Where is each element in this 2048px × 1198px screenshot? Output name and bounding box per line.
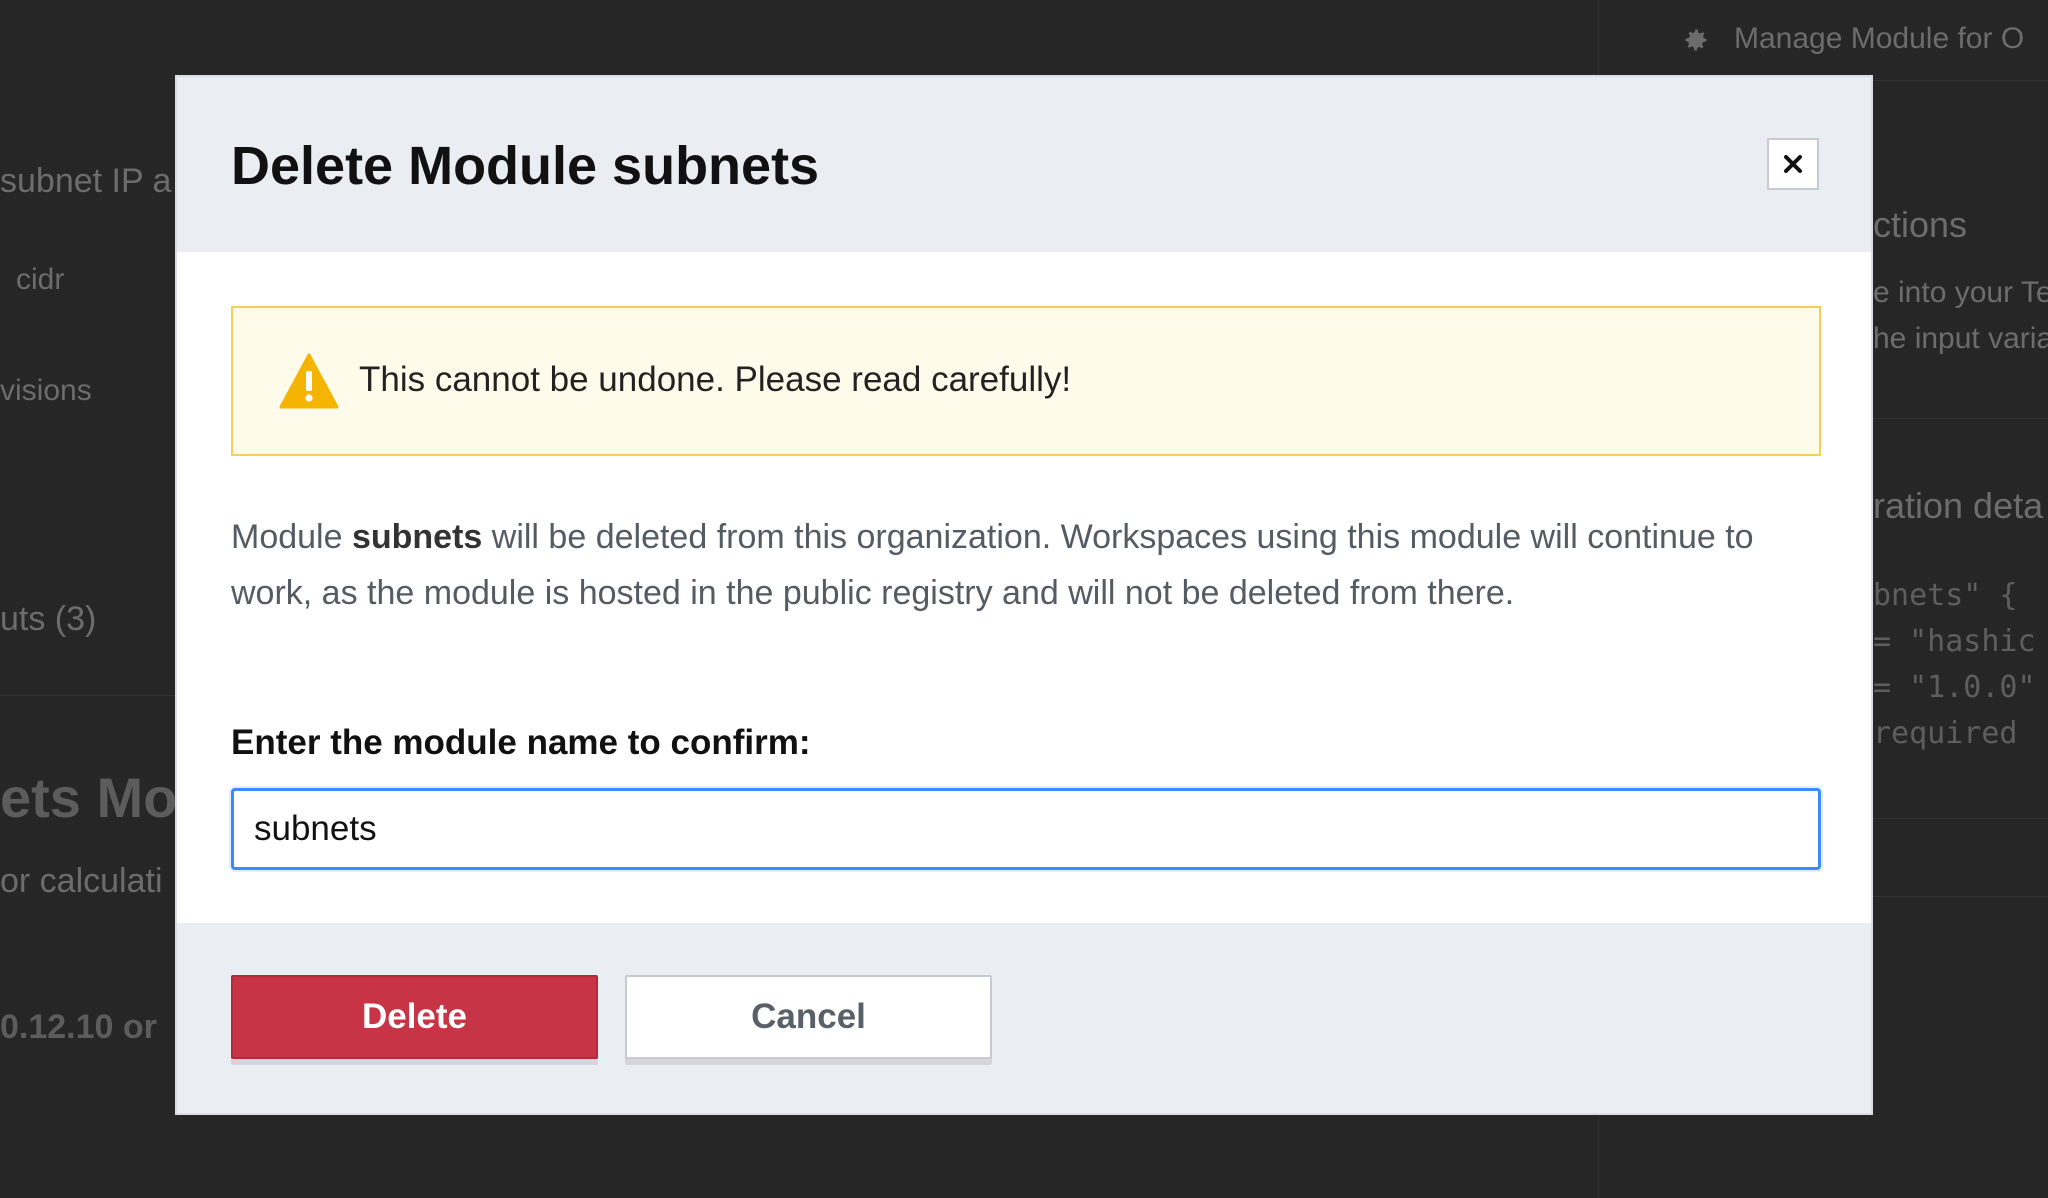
confirm-module-name-input[interactable] — [231, 788, 1821, 870]
background-manage-label: Manage Module for O — [1734, 22, 2025, 55]
delete-button[interactable]: Delete — [231, 975, 598, 1059]
background-text: ration deta — [1873, 485, 2044, 526]
cancel-button[interactable]: Cancel — [625, 975, 992, 1059]
delete-module-modal: Delete Module subnets This cannot be und… — [175, 75, 1873, 1115]
background-divider — [0, 695, 175, 696]
background-code-line: = "hashic — [1873, 624, 2036, 659]
warning-alert: This cannot be undone. Please read caref… — [231, 306, 1821, 456]
close-icon — [1784, 155, 1802, 173]
background-text: e into your Te — [1873, 276, 2048, 309]
modal-footer: Delete Cancel — [177, 923, 1871, 1113]
modal-title: Delete Module subnets — [231, 136, 820, 196]
background-text: ctions — [1873, 204, 1968, 245]
description-module-name: subnets — [351, 518, 483, 556]
background-text: 0.12.10 or — [0, 1008, 157, 1046]
background-divider — [1873, 418, 2048, 419]
background-text: subnet IP a — [0, 162, 172, 200]
background-code-line: required — [1873, 716, 2018, 751]
description-prefix: Module — [231, 518, 352, 556]
background-text: or calculati — [0, 862, 163, 900]
background-divider — [1873, 818, 2048, 819]
background-text: visions — [0, 374, 92, 407]
delete-description: Module subnets will be deleted from this… — [231, 509, 1821, 621]
warning-triangle-icon — [279, 353, 339, 409]
background-text: uts (3) — [0, 600, 97, 638]
close-button[interactable] — [1767, 138, 1819, 190]
background-code-line: bnets" { — [1873, 578, 2018, 613]
confirm-label: Enter the module name to confirm: — [231, 723, 811, 762]
background-code-line: = "1.0.0" — [1873, 670, 2036, 705]
background-text: cidr — [16, 263, 65, 296]
background-divider — [1873, 896, 2048, 897]
gear-icon — [1685, 29, 1707, 51]
background-text: he input varia — [1873, 322, 2048, 355]
modal-header: Delete Module subnets — [177, 77, 1871, 252]
warning-text: This cannot be undone. Please read caref… — [359, 360, 1072, 399]
